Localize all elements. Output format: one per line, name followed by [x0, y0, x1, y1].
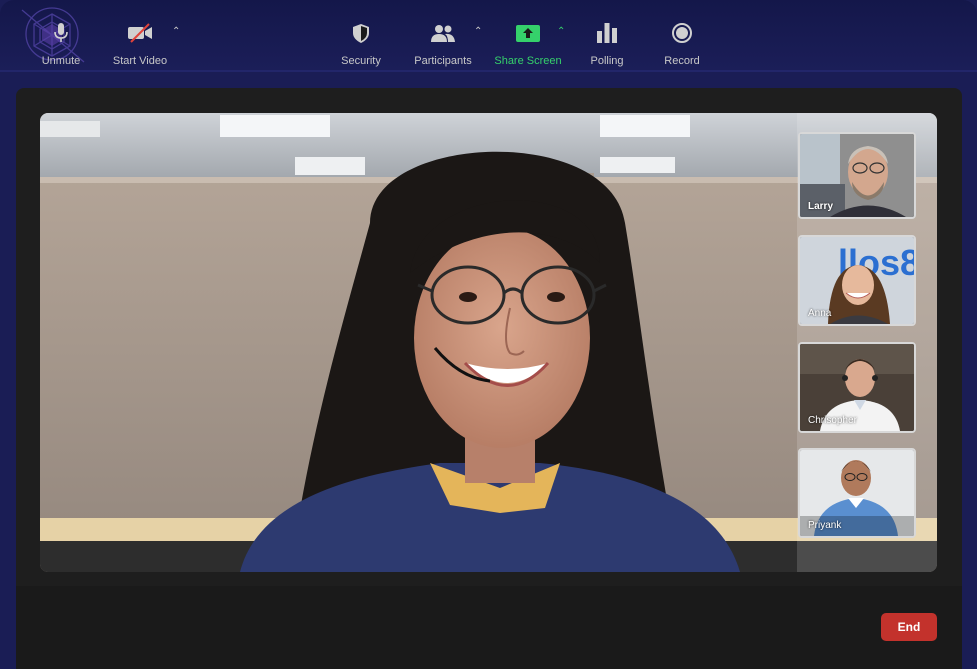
participants-button[interactable]: Participants — [412, 0, 474, 83]
polling-label: Polling — [590, 55, 624, 67]
chevron-up-icon[interactable]: ⌃ — [474, 26, 482, 37]
record-icon — [672, 22, 692, 44]
chevron-up-icon[interactable]: ⌃ — [172, 26, 180, 37]
participant-tile-larry[interactable]: Larry — [798, 132, 916, 219]
shield-icon — [353, 22, 369, 44]
start-video-button[interactable]: Start Video — [111, 0, 169, 83]
participant-tile-anna[interactable]: llos8 Anna — [798, 235, 916, 326]
participant-name: Priyank — [808, 520, 842, 531]
share-screen-icon — [516, 22, 540, 44]
end-meeting-button[interactable]: End — [881, 613, 937, 641]
share-screen-label: Share Screen — [494, 55, 562, 67]
share-screen-button[interactable]: Share Screen — [494, 0, 562, 83]
start-video-label: Start Video — [112, 55, 168, 67]
record-button[interactable]: Record — [662, 0, 702, 83]
participant-name: Larry — [808, 201, 834, 212]
unmute-label: Unmute — [41, 55, 81, 67]
microphone-icon — [54, 22, 68, 44]
participant-name: Chrisopher — [808, 415, 857, 426]
security-button[interactable]: Security — [339, 0, 383, 83]
polling-icon — [597, 22, 617, 44]
security-label: Security — [341, 55, 381, 67]
participants-icon — [431, 22, 455, 44]
meeting-toolbar — [16, 586, 962, 669]
participant-tile-chrisopher[interactable]: Chrisopher — [798, 342, 916, 433]
record-label: Record — [664, 55, 700, 67]
participant-tile-priyank[interactable]: Priyank — [798, 448, 916, 538]
video-off-icon — [127, 22, 153, 44]
participants-label: Participants — [414, 55, 472, 67]
unmute-button[interactable]: Unmute — [40, 0, 82, 83]
participant-name: Anna — [808, 308, 832, 319]
polling-button[interactable]: Polling — [588, 0, 626, 83]
chevron-up-icon[interactable]: ⌃ — [557, 26, 565, 37]
